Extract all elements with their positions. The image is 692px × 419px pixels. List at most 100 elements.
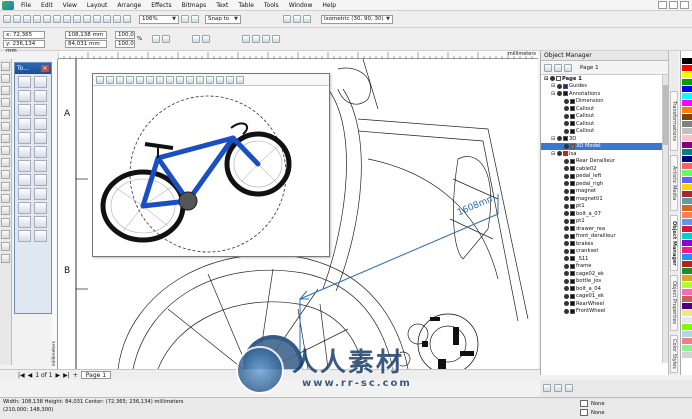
ellipse-tool-icon[interactable] — [1, 146, 10, 155]
view-top-icon[interactable] — [176, 75, 184, 84]
palette-swatch[interactable] — [682, 177, 692, 184]
connector-tool-icon[interactable] — [18, 174, 31, 186]
visibility-icon[interactable] — [557, 151, 562, 157]
width-field[interactable]: 108,138 mm — [65, 30, 107, 39]
palette-swatch[interactable] — [682, 149, 692, 156]
fill-tool-icon[interactable] — [34, 202, 47, 214]
object-tree-row[interactable]: brakes — [541, 240, 668, 248]
palette-swatch[interactable] — [682, 191, 692, 198]
palette-swatch[interactable] — [682, 254, 692, 261]
object-tree-row[interactable]: _S11 — [541, 255, 668, 263]
visibility-icon[interactable] — [564, 308, 569, 314]
full-screen-icon[interactable] — [181, 15, 189, 23]
3d-model-viewport[interactable] — [92, 73, 330, 257]
layer-options-icon[interactable] — [554, 63, 562, 72]
object-tree-row[interactable]: ⊟ Annotations — [541, 90, 668, 98]
eyedropper-icon[interactable] — [34, 188, 47, 200]
palette-swatch[interactable] — [682, 310, 692, 317]
object-tree-row[interactable]: crankset — [541, 248, 668, 256]
visibility-icon[interactable] — [564, 203, 569, 209]
height-field[interactable]: 84,031 mm — [65, 39, 107, 48]
tab-artistic-media[interactable]: Artistic Media — [670, 155, 678, 211]
menu-edit[interactable]: Edit — [36, 2, 58, 9]
undo-icon[interactable] — [73, 15, 81, 23]
pick-tool-icon[interactable] — [1, 62, 10, 71]
open-icon[interactable] — [13, 15, 21, 23]
view-preset-combo[interactable]: Isometric (30, 90, 30) ▼ — [321, 14, 393, 24]
eyedropper-icon[interactable] — [1, 218, 10, 227]
rulers-icon[interactable] — [191, 15, 199, 23]
new-icon[interactable] — [3, 15, 11, 23]
palette-swatch[interactable] — [682, 317, 692, 324]
palette-swatch[interactable] — [682, 303, 692, 310]
mirror-horizontal-icon[interactable] — [192, 35, 201, 43]
shape-tool-icon[interactable] — [1, 74, 10, 83]
visibility-icon[interactable] — [564, 293, 569, 299]
delete-layer-icon[interactable] — [565, 384, 573, 392]
layer-manager-icon[interactable] — [564, 63, 572, 72]
object-tree-row[interactable]: ⊟ Guides — [541, 83, 668, 91]
visibility-icon[interactable] — [564, 286, 569, 292]
palette-swatch[interactable] — [682, 142, 692, 149]
visibility-icon[interactable] — [564, 196, 569, 202]
redo-icon[interactable] — [83, 15, 91, 23]
object-tree-row[interactable]: Rear Derailleur — [541, 158, 668, 166]
freehand-tool-icon[interactable] — [18, 104, 31, 116]
visibility-icon[interactable] — [564, 121, 569, 127]
fill-indicator[interactable]: None — [580, 400, 605, 407]
object-tree-row[interactable]: pedal_left — [541, 173, 668, 181]
y-position-field[interactable]: y: 236,134 mm — [3, 39, 45, 54]
freehand-tool-icon[interactable] — [1, 110, 10, 119]
visibility-icon[interactable] — [564, 188, 569, 194]
palette-swatch[interactable] — [682, 338, 692, 345]
view-3d-icon[interactable] — [283, 15, 291, 23]
visibility-icon[interactable] — [564, 173, 569, 179]
visibility-icon[interactable] — [557, 136, 562, 142]
visibility-icon[interactable] — [564, 128, 569, 134]
blend-tool-icon[interactable] — [34, 174, 47, 186]
view-iso-icon[interactable] — [186, 75, 194, 84]
add-page-icon[interactable]: + — [73, 372, 78, 379]
outline-pen-icon[interactable] — [18, 202, 31, 214]
snap-to-combo[interactable]: Snap to ▼ — [205, 14, 241, 24]
publish-pdf-icon[interactable] — [123, 15, 131, 23]
menu-effects[interactable]: Effects — [146, 2, 176, 9]
palette-swatch[interactable] — [682, 289, 692, 296]
tab-transformations[interactable]: Transformations — [670, 91, 678, 151]
lights-icon[interactable] — [216, 75, 224, 84]
scale-width-field[interactable]: 100,0 — [115, 30, 135, 39]
polygon-tool-icon[interactable] — [18, 132, 31, 144]
visibility-icon[interactable] — [557, 91, 562, 97]
object-tree-row[interactable]: bolt_a_07 — [541, 210, 668, 218]
visibility-icon[interactable] — [564, 211, 569, 217]
dimension-tool-icon[interactable] — [1, 182, 10, 191]
object-tree-row[interactable]: drawer_rea — [541, 225, 668, 233]
object-tree-row[interactable]: pt1 — [541, 218, 668, 226]
close-button[interactable] — [680, 1, 689, 9]
palette-swatch[interactable] — [682, 156, 692, 163]
visibility-icon[interactable] — [564, 218, 569, 224]
zoom-icon[interactable] — [126, 75, 134, 84]
palette-swatch[interactable] — [682, 226, 692, 233]
palette-swatch[interactable] — [682, 275, 692, 282]
smart-fill-icon[interactable] — [1, 122, 10, 131]
fill-tool-icon[interactable] — [1, 242, 10, 251]
search-icon[interactable] — [93, 15, 101, 23]
visibility-icon[interactable] — [564, 301, 569, 307]
visibility-icon[interactable] — [557, 83, 562, 89]
to-back-icon[interactable] — [262, 35, 271, 43]
menu-icon[interactable] — [96, 75, 104, 84]
menu-tools[interactable]: Tools — [259, 2, 284, 9]
palette-swatch[interactable] — [682, 205, 692, 212]
copy-icon[interactable] — [53, 15, 61, 23]
visibility-icon[interactable] — [564, 166, 569, 172]
view-side-icon[interactable] — [166, 75, 174, 84]
palette-swatch[interactable] — [682, 163, 692, 170]
convert-to-curves-icon[interactable] — [272, 35, 281, 43]
minimize-button[interactable] — [658, 1, 667, 9]
view-3d-icon[interactable] — [303, 15, 311, 23]
new-master-layer-icon[interactable] — [554, 384, 562, 392]
connector-tool-icon[interactable] — [1, 194, 10, 203]
menu-view[interactable]: View — [58, 2, 82, 9]
object-tree-row[interactable]: 3D Model — [541, 142, 668, 150]
